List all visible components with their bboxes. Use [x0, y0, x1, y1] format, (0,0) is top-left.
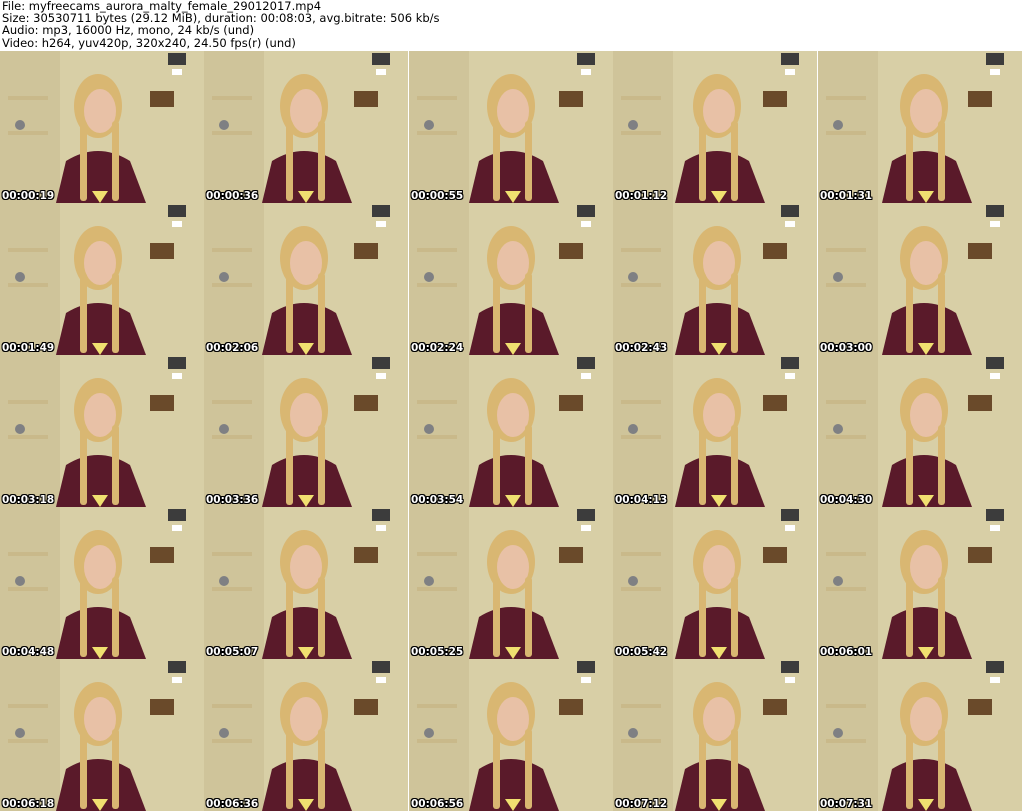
thumbnail-timestamp: 00:06:56: [411, 798, 464, 810]
thumbnail-timestamp: 00:01:12: [615, 190, 668, 202]
video-thumbnail: 00:01:12: [613, 51, 817, 203]
thumbnail-image: [0, 203, 204, 355]
video-thumbnail: 00:03:00: [818, 203, 1022, 355]
thumbnail-timestamp: 00:05:07: [206, 646, 259, 658]
thumbnail-timestamp: 00:04:48: [2, 646, 55, 658]
thumbnail-image: [613, 507, 817, 659]
thumbnail-timestamp: 00:01:49: [2, 342, 55, 354]
video-thumbnail: 00:03:18: [0, 355, 204, 507]
video-thumbnail: 00:03:54: [409, 355, 613, 507]
video-thumbnail: 00:02:43: [613, 203, 817, 355]
video-thumbnail: 00:06:56: [409, 659, 613, 811]
thumbnail-timestamp: 00:05:42: [615, 646, 668, 658]
thumbnail-timestamp: 00:07:12: [615, 798, 668, 810]
thumbnail-timestamp: 00:02:06: [206, 342, 259, 354]
thumbnail-image: [818, 507, 1022, 659]
thumbnail-image: [613, 659, 817, 811]
thumbnail-image: [613, 355, 817, 507]
video-thumbnail: 00:05:42: [613, 507, 817, 659]
thumbnail-image: [409, 659, 613, 811]
video-thumbnail: 00:06:18: [0, 659, 204, 811]
thumbnail-image: [409, 51, 613, 203]
thumbnail-image: [204, 355, 408, 507]
video-thumbnail: 00:05:07: [204, 507, 408, 659]
thumbnail-timestamp: 00:06:36: [206, 798, 259, 810]
thumbnail-image: [204, 507, 408, 659]
video-thumbnail: 00:00:19: [0, 51, 204, 203]
thumbnail-image: [204, 659, 408, 811]
thumbnail-image: [613, 51, 817, 203]
thumbnail-image: [613, 203, 817, 355]
thumbnail-timestamp: 00:04:13: [615, 494, 668, 506]
video-thumbnail: 00:04:30: [818, 355, 1022, 507]
thumbnail-timestamp: 00:07:31: [820, 798, 873, 810]
video-thumbnail: 00:01:31: [818, 51, 1022, 203]
thumbnail-timestamp: 00:02:43: [615, 342, 668, 354]
thumbnail-grid: 00:00:19 00:00:36 00:00:55 00:01:12 00:01:31…: [0, 51, 1024, 811]
video-thumbnail: 00:04:48: [0, 507, 204, 659]
video-thumbnail: 00:03:36: [204, 355, 408, 507]
video-thumbnail: 00:06:01: [818, 507, 1022, 659]
thumbnail-timestamp: 00:06:18: [2, 798, 55, 810]
file-info-header: File: myfreecams_aurora_malty_female_290…: [2, 0, 1022, 50]
video-thumbnail: 00:00:36: [204, 51, 408, 203]
thumbnail-image: [409, 203, 613, 355]
video-thumbnail: 00:06:36: [204, 659, 408, 811]
video-thumbnail: 00:01:49: [0, 203, 204, 355]
thumbnail-image: [0, 355, 204, 507]
video-thumbnail: 00:07:31: [818, 659, 1022, 811]
thumbnail-image: [818, 51, 1022, 203]
thumbnail-timestamp: 00:00:55: [411, 190, 464, 202]
thumbnail-image: [0, 659, 204, 811]
video-thumbnail: 00:02:24: [409, 203, 613, 355]
thumbnail-image: [818, 355, 1022, 507]
video-info: Video: h264, yuv420p, 320x240, 24.50 fps…: [2, 35, 296, 50]
thumbnail-timestamp: 00:01:31: [820, 190, 873, 202]
thumbnail-timestamp: 00:06:01: [820, 646, 873, 658]
video-thumbnail: 00:02:06: [204, 203, 408, 355]
thumbnail-image: [0, 51, 204, 203]
thumbnail-timestamp: 00:05:25: [411, 646, 464, 658]
thumbnail-image: [818, 203, 1022, 355]
thumbnail-image: [409, 507, 613, 659]
thumbnail-image: [204, 203, 408, 355]
thumbnail-timestamp: 00:03:18: [2, 494, 55, 506]
video-thumbnail: 00:04:13: [613, 355, 817, 507]
thumbnail-timestamp: 00:03:00: [820, 342, 873, 354]
thumbnail-image: [0, 507, 204, 659]
thumbnail-timestamp: 00:03:36: [206, 494, 259, 506]
video-thumbnail: 00:00:55: [409, 51, 613, 203]
thumbnail-timestamp: 00:04:30: [820, 494, 873, 506]
thumbnail-timestamp: 00:02:24: [411, 342, 464, 354]
video-thumbnail: 00:07:12: [613, 659, 817, 811]
thumbnail-timestamp: 00:03:54: [411, 494, 464, 506]
audio-info: Audio: mp3, 16000 Hz, mono, 24 kb/s (und…: [2, 23, 255, 38]
thumbnail-timestamp: 00:00:19: [2, 190, 55, 202]
thumbnail-timestamp: 00:00:36: [206, 190, 259, 202]
thumbnail-image: [204, 51, 408, 203]
video-thumbnail: 00:05:25: [409, 507, 613, 659]
thumbnail-image: [818, 659, 1022, 811]
thumbnail-image: [409, 355, 613, 507]
